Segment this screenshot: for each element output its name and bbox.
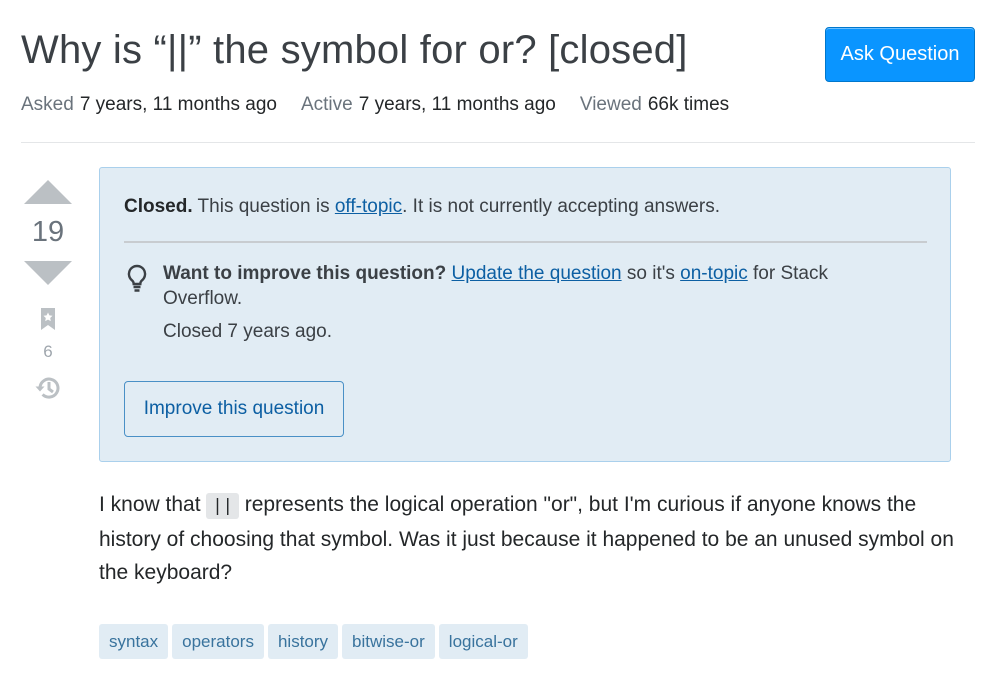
ask-question-button[interactable]: Ask Question xyxy=(825,27,975,82)
notice-divider xyxy=(124,241,927,243)
closed-post: . It is not currently accepting answers. xyxy=(402,196,720,217)
asked-value[interactable]: 7 years, 11 months ago xyxy=(80,94,277,115)
history-icon[interactable] xyxy=(33,374,63,407)
improve-question-label: Want to improve this question? xyxy=(163,263,447,284)
question-body: I know that || represents the logical op… xyxy=(99,488,959,589)
closed-label: Closed. xyxy=(124,196,193,217)
page-title: Why is “||” the symbol for or? [closed] xyxy=(21,28,688,72)
asked-label: Asked xyxy=(21,94,74,115)
on-topic-link[interactable]: on-topic xyxy=(680,263,748,284)
closed-ago-text: Closed 7 years ago. xyxy=(163,321,332,342)
bookmark-count: 6 xyxy=(43,342,53,361)
arrow-up-icon[interactable] xyxy=(24,180,72,204)
lightbulb-icon xyxy=(126,264,148,297)
off-topic-link[interactable]: off-topic xyxy=(335,196,402,217)
tag-history[interactable]: history xyxy=(267,624,339,659)
tag-bitwise-or[interactable]: bitwise-or xyxy=(342,624,435,659)
improve-notice-text: Want to improve this question? Update th… xyxy=(163,261,903,311)
improve-mid: so it's xyxy=(621,263,681,284)
closed-notice: Closed. This question is off-topic. It i… xyxy=(99,167,951,462)
update-question-link[interactable]: Update the question xyxy=(452,263,622,284)
tag-list: syntax operators history bitwise-or logi… xyxy=(99,624,532,659)
inline-code: || xyxy=(206,493,239,519)
tag-logical-or[interactable]: logical-or xyxy=(438,624,528,659)
bookmark-icon[interactable] xyxy=(39,307,57,336)
tag-operators[interactable]: operators xyxy=(172,624,264,659)
vote-cell: 19 6 xyxy=(20,180,76,407)
body-text-pre: I know that xyxy=(99,493,207,516)
arrow-down-icon[interactable] xyxy=(24,261,72,285)
viewed-label: Viewed xyxy=(579,94,642,115)
asked-info: Asked 7 years, 11 months ago xyxy=(21,94,277,116)
closed-pre: This question is xyxy=(192,196,335,217)
question-meta: Asked 7 years, 11 months ago Active 7 year… xyxy=(21,94,753,116)
active-value[interactable]: 7 years, 11 months ago xyxy=(359,94,556,115)
active-label: Active xyxy=(300,94,353,115)
improve-question-button[interactable]: Improve this question xyxy=(124,381,344,437)
active-info: Active 7 years, 11 months ago xyxy=(301,94,556,116)
header-divider xyxy=(21,142,975,143)
viewed-info: Viewed 66k times xyxy=(580,94,729,116)
closed-notice-text: Closed. This question is off-topic. It i… xyxy=(124,196,720,218)
viewed-value: 66k times xyxy=(647,94,730,115)
vote-count: 19 xyxy=(31,216,65,248)
tag-syntax[interactable]: syntax xyxy=(99,624,169,659)
